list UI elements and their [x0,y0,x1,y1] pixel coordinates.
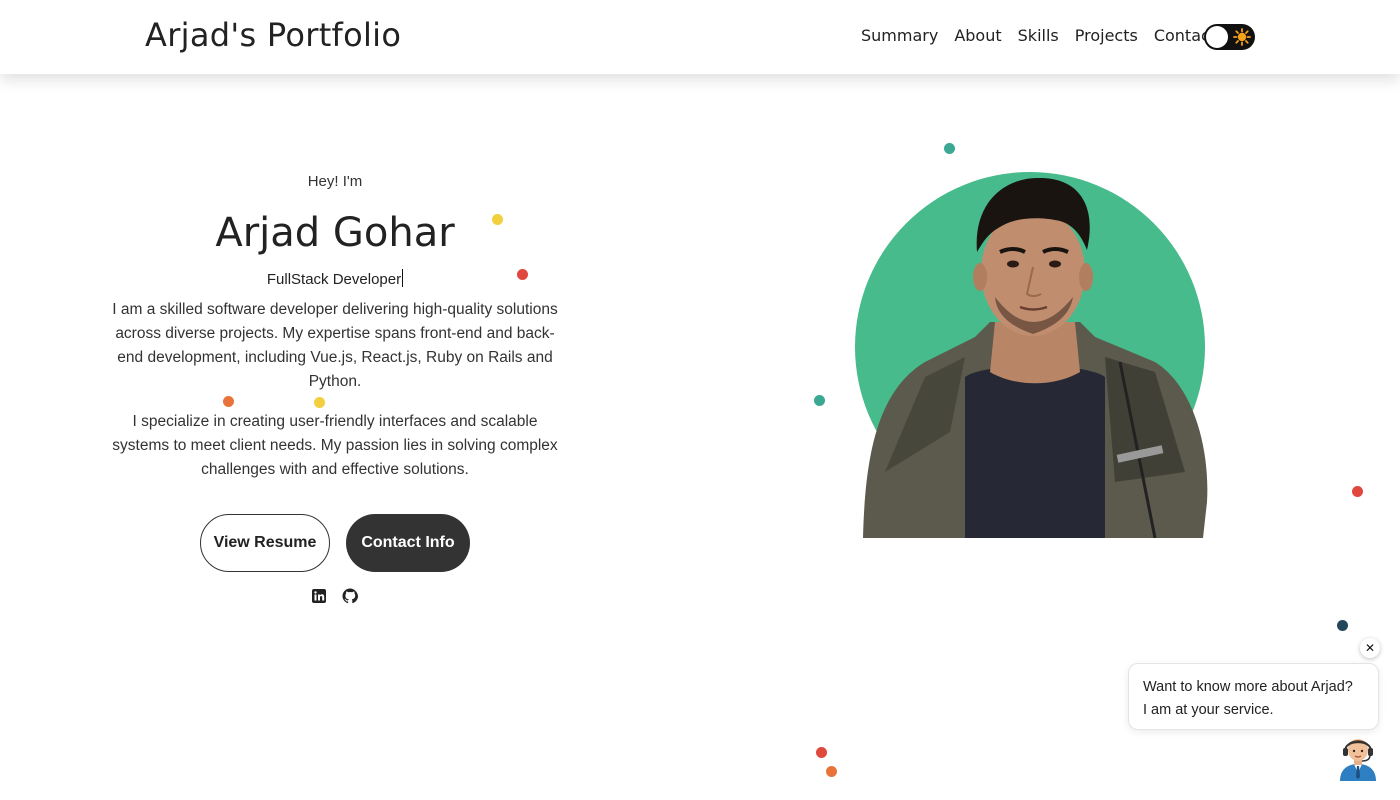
decor-dot [1352,486,1363,497]
decor-dot [223,396,234,407]
hero-role-text: FullStack Developer [266,271,402,288]
decor-dot [1337,620,1348,631]
nav-summary[interactable]: Summary [861,26,938,45]
main-nav: Summary About Skills Projects Contact [861,26,1216,45]
profile-photo [863,177,1208,538]
decor-dot [944,143,955,154]
view-resume-button[interactable]: View Resume [200,514,330,572]
nav-about[interactable]: About [954,26,1001,45]
hero-bio-2: I specialize in creating user-friendly i… [112,413,558,478]
sun-icon [1232,27,1252,47]
chat-assistant-avatar[interactable] [1336,733,1380,781]
decor-dot [517,269,528,280]
github-icon[interactable] [342,588,358,604]
chat-greeting-bubble[interactable]: Want to know more about Arjad? I am at y… [1128,663,1379,730]
hero-role: FullStack Developer [0,269,670,288]
nav-skills[interactable]: Skills [1018,26,1059,45]
linkedin-icon[interactable] [311,588,327,604]
chat-line-2: I am at your service. [1143,702,1274,718]
decor-dot [816,747,827,758]
typing-caret [402,269,404,287]
site-brand[interactable]: Arjad's Portfolio [145,16,401,54]
theme-toggle[interactable] [1204,24,1255,50]
hero-name: Arjad Gohar [215,210,455,256]
decor-dot [492,214,503,225]
contact-info-button[interactable]: Contact Info [346,514,470,572]
chat-close-button[interactable]: ✕ [1360,638,1380,658]
decor-dot [814,395,825,406]
nav-projects[interactable]: Projects [1075,26,1138,45]
decor-dot [826,766,837,777]
toggle-knob [1206,26,1228,48]
site-header: Arjad's Portfolio Summary About Skills P… [0,0,1400,74]
chat-line-1: Want to know more about Arjad? [1143,679,1353,695]
hero-greeting: Hey! I'm [307,173,363,190]
decor-dot [314,397,325,408]
hero-bio-1: I am a skilled software developer delive… [112,301,558,390]
